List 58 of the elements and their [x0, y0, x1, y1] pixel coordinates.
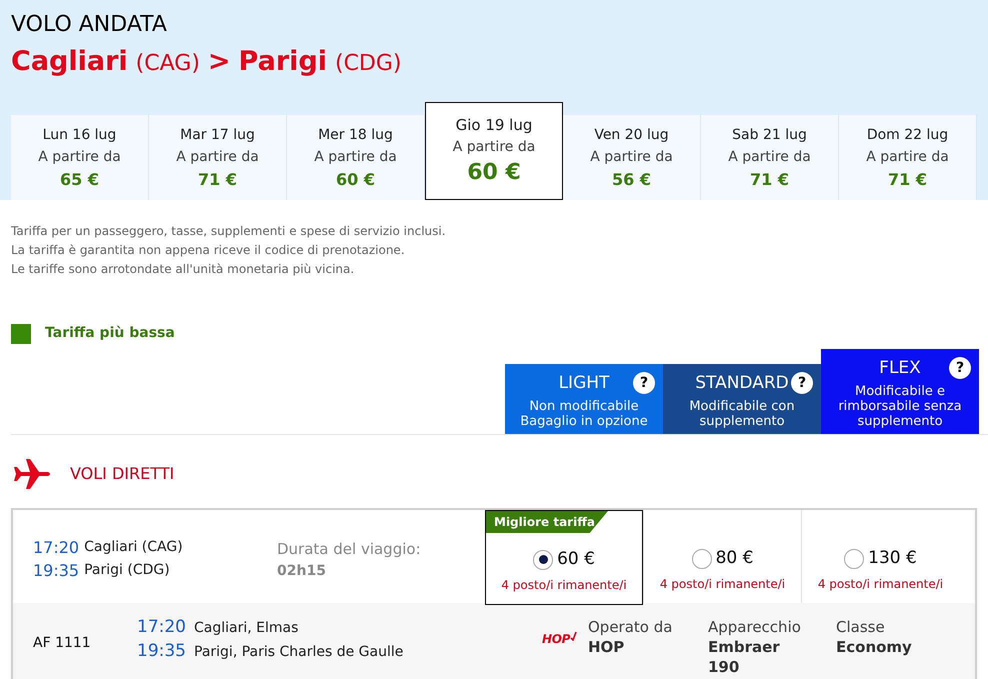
destination-city: Parigi — [238, 45, 327, 79]
airline-logo: HOP — [542, 631, 570, 648]
flight-number: AF 1111 — [32, 634, 92, 653]
class-name: Economy — [836, 637, 913, 657]
airport-name: Cagliari (CAG) — [84, 538, 183, 557]
fare-price: 80 € — [716, 547, 754, 570]
page-title: VOLO ANDATA — [11, 11, 168, 39]
fare-option[interactable]: Migliore tariffa 60 € 4 posto/i rimanente/i — [485, 510, 643, 605]
plane-icon — [12, 457, 52, 491]
help-button[interactable]: ? — [791, 372, 813, 394]
date-tab[interactable]: Ven 20 lug A partire da 56 € — [563, 115, 701, 200]
note-text: Tariffa per un passeggero, tasse, supplementi e spese di servizio inclusi. — [11, 223, 447, 240]
flight-time: 17:20 — [137, 617, 186, 637]
fare-price: 60 € — [557, 548, 595, 571]
seats-left: 4 posto/i rimanente/i — [660, 576, 786, 592]
date-tab[interactable]: Gio 19 lug A partire da 60 € — [425, 102, 563, 200]
aircraft-name: Embraer 190 — [708, 637, 781, 677]
fare-name: FLEX — [879, 357, 921, 379]
flight-time: 19:35 — [137, 641, 186, 661]
fare-name: STANDARD — [695, 372, 789, 394]
radio-button[interactable] — [692, 548, 712, 569]
flight-time: 19:35 — [33, 560, 80, 582]
fare-name: LIGHT — [558, 372, 610, 394]
radio-button[interactable] — [533, 550, 554, 570]
date-tab[interactable]: Mer 18 lug A partire da 60 € — [287, 115, 425, 200]
origin-city: Cagliari — [11, 45, 128, 79]
date-tab[interactable]: Lun 16 lug A partire da 65 € — [11, 115, 149, 200]
fare-description: Modificabile e rimborsabile senza supplemento — [838, 384, 962, 429]
help-button[interactable]: ? — [949, 357, 971, 379]
best-fare-badge: Migliore tariffa — [486, 511, 608, 533]
flight-time: 17:20 — [33, 537, 80, 559]
check-mark-icon — [570, 631, 578, 641]
airport-name: Cagliari, Elmas — [194, 619, 298, 638]
radio-button[interactable] — [844, 548, 864, 569]
destination-code: (CDG) — [334, 50, 402, 78]
duration-value: 02h15 — [277, 562, 327, 581]
aircraft-label: Apparecchio — [708, 617, 802, 637]
date-tab[interactable]: Dom 22 lug A partire da 71 € — [839, 115, 977, 200]
help-button[interactable]: ? — [633, 372, 655, 394]
fare-description: Non modificabile Bagaglio in opzione — [520, 399, 648, 429]
note-text: Le tariffe sono arrotondate all'unità monetaria più vicina. — [11, 261, 356, 278]
class-label: Classe — [836, 617, 886, 637]
legend-label: Tariffa più bassa — [45, 324, 175, 343]
airport-name: Parigi, Paris Charles de Gaulle — [194, 643, 404, 662]
seats-left: 4 posto/i rimanente/i — [818, 576, 944, 592]
duration-label: Durata del viaggio: — [277, 539, 422, 560]
note-text: La tariffa è garantita non appena riceve il codice di prenotazione. — [11, 242, 406, 259]
date-tab[interactable]: Sab 21 lug A partire da 71 € — [701, 115, 839, 200]
section-title: VOLI DIRETTI — [70, 463, 174, 485]
operator-label: Operato da — [588, 617, 674, 637]
route-separator: > — [208, 45, 231, 79]
date-tab[interactable]: Mar 17 lug A partire da 71 € — [149, 115, 287, 200]
origin-code: (CAG) — [136, 50, 200, 78]
seats-left: 4 posto/i rimanente/i — [501, 576, 627, 594]
fare-description: Modificabile con supplemento — [689, 399, 795, 429]
operator-name: HOP — [588, 637, 626, 657]
airport-name: Parigi (CDG) — [84, 561, 170, 580]
fare-price: 130 € — [868, 547, 917, 570]
